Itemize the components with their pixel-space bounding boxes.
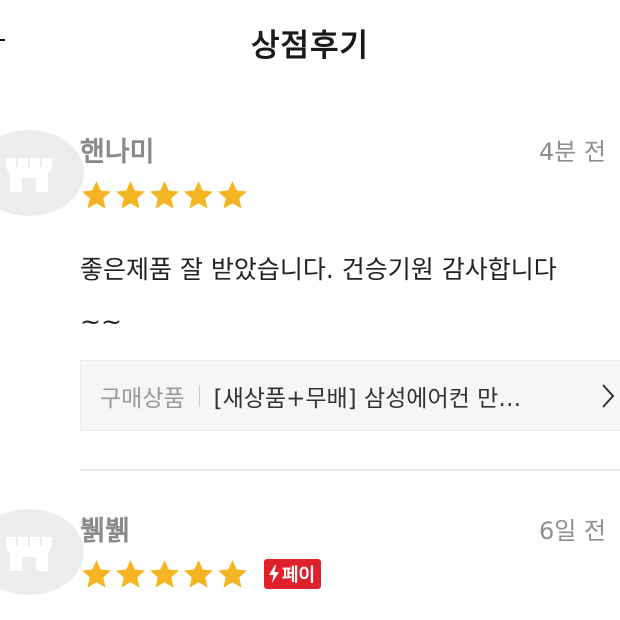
- pay-badge-label: 페이: [282, 565, 316, 586]
- avatar[interactable]: [0, 130, 84, 216]
- store-icon: [6, 158, 52, 192]
- review-time: 4분 전: [538, 138, 606, 166]
- star-icon: [82, 559, 111, 588]
- pay-badge: 페이: [264, 559, 322, 589]
- star-icon: [82, 180, 111, 209]
- review-screen: 상점후기 핸나미 4분 전 좋은제품 잘 받았습니다. 건승기원 감사합니다 ~…: [0, 0, 620, 620]
- review-text: 좋은제품 잘 받았습니다. 건승기원 감사합니다 ~~: [80, 255, 557, 336]
- star-icon: [184, 180, 213, 209]
- star-rating: [80, 176, 249, 214]
- reviewer-name[interactable]: 뷁뷁: [80, 509, 130, 548]
- store-icon: [6, 537, 52, 571]
- chevron-right-icon: [602, 384, 615, 408]
- lightning-icon: [269, 565, 279, 583]
- star-icon: [116, 180, 145, 209]
- review-time: 6일 전: [538, 517, 606, 545]
- star-icon: [218, 559, 247, 588]
- star-icon: [150, 559, 179, 588]
- header: 상점후기: [0, 0, 620, 84]
- page-title: 상점후기: [250, 28, 370, 64]
- review-item: 뷁뷁 6일 전 페이: [0, 505, 620, 620]
- avatar[interactable]: [0, 509, 84, 595]
- product-name: [새상품+무배] 삼성에어컨 만…: [213, 385, 522, 412]
- divider: [80, 469, 620, 471]
- star-rating: 페이: [80, 555, 322, 593]
- divider: [198, 384, 200, 407]
- star-icon: [184, 559, 213, 588]
- purchased-product-link[interactable]: 구매상품 [새상품+무배] 삼성에어컨 만…: [80, 360, 620, 431]
- product-label: 구매상품: [100, 385, 185, 412]
- star-icon: [218, 180, 247, 209]
- review-item: 핸나미 4분 전 좋은제품 잘 받았습니다. 건승기원 감사합니다 ~~ 구매상…: [0, 126, 620, 471]
- reviewer-name[interactable]: 핸나미: [80, 130, 155, 169]
- star-icon: [116, 559, 145, 588]
- star-icon: [150, 180, 179, 209]
